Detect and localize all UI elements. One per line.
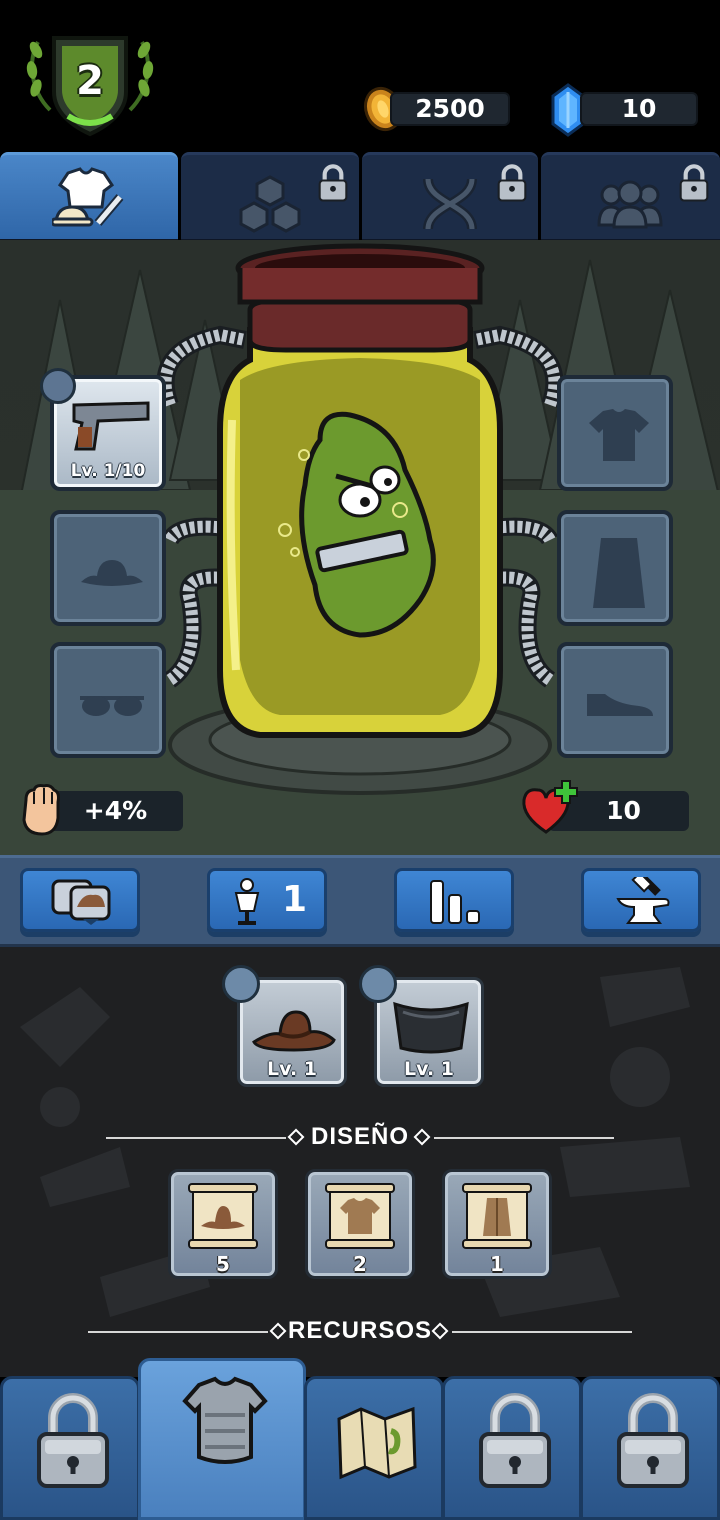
junk-pattern-background	[20, 967, 690, 1317]
nav-map[interactable]	[304, 1376, 444, 1520]
lock-icon	[613, 1389, 693, 1489]
glasses-slot[interactable]	[50, 642, 166, 758]
hat-badge-icon	[222, 965, 260, 1003]
design-item-hat[interactable]: 5	[168, 1169, 278, 1279]
gem-amount: 10	[621, 94, 657, 123]
design-item-shirt[interactable]: 2	[305, 1169, 415, 1279]
design-count: 2	[353, 1252, 367, 1276]
attack-bonus: +4%	[83, 796, 148, 825]
shirt-slot[interactable]	[557, 375, 673, 491]
coin-counter[interactable]: 2500	[390, 92, 510, 126]
hat-slot[interactable]	[50, 510, 166, 626]
lock-icon	[494, 163, 530, 203]
inventory-item-level: Lv. 1	[404, 1058, 454, 1080]
blueprint-coat-icon	[462, 1183, 532, 1249]
tab-group[interactable]	[541, 152, 720, 242]
forge-button[interactable]	[581, 868, 701, 932]
group-icon	[597, 180, 663, 229]
shirt-badge-icon	[359, 965, 397, 1003]
design-count: 5	[216, 1252, 230, 1276]
fist-icon	[22, 784, 60, 836]
gear-stack-icon	[51, 879, 111, 925]
figure-button[interactable]: 1	[207, 868, 327, 932]
pistol-icon	[72, 401, 150, 451]
heart-plus-icon	[522, 780, 578, 834]
map-icon	[337, 1406, 417, 1480]
design-item-coat[interactable]: 1	[442, 1169, 552, 1279]
character-scene: Lv. 1/10 +4% 10	[0, 240, 720, 855]
blueprint-hat-icon	[188, 1183, 258, 1249]
hat-icon	[81, 560, 143, 586]
mannequin-icon	[234, 878, 260, 925]
stats-button[interactable]	[394, 868, 514, 932]
tab-equipment[interactable]	[0, 152, 178, 242]
tab-hexagons[interactable]	[181, 152, 359, 242]
tab-dna[interactable]	[362, 152, 538, 242]
design-count: 1	[490, 1252, 504, 1276]
glasses-icon	[80, 696, 144, 716]
armor-icon	[182, 1376, 268, 1464]
shirt-icon	[589, 409, 649, 461]
inventory-item-level: Lv. 1	[267, 1058, 317, 1080]
bar-chart-icon	[430, 880, 480, 924]
inventory-panel: Lv. 1 Lv. 1 DISEÑO 5 2 1 RECURSOS	[0, 947, 720, 1377]
inventory-filter-button[interactable]	[20, 868, 140, 932]
lock-icon	[676, 163, 712, 203]
nav-locked-3[interactable]	[580, 1376, 720, 1520]
nav-locked-1[interactable]	[0, 1376, 140, 1520]
attack-bonus-pill: +4%	[48, 791, 183, 831]
blueprint-shirt-icon	[325, 1183, 395, 1249]
shoe-icon	[587, 694, 653, 716]
lock-icon	[315, 163, 351, 203]
coat-icon	[593, 538, 645, 608]
player-level: 2	[76, 58, 104, 104]
cowboy-hat-icon	[252, 1010, 336, 1052]
coat-slot[interactable]	[557, 510, 673, 626]
dark-vest-icon	[393, 1001, 469, 1054]
lock-icon	[475, 1389, 555, 1489]
pistol-badge-icon	[40, 368, 76, 404]
divider	[434, 1137, 614, 1139]
figure-count: 1	[282, 879, 308, 920]
dna-icon	[423, 178, 477, 230]
outfit-icon	[52, 167, 124, 227]
coin-amount: 2500	[415, 94, 485, 123]
nav-armor[interactable]	[138, 1358, 306, 1520]
nav-locked-2[interactable]	[442, 1376, 582, 1520]
gem-counter[interactable]: 10	[580, 92, 698, 126]
lock-icon	[33, 1389, 113, 1489]
shoe-slot[interactable]	[557, 642, 673, 758]
divider	[452, 1331, 632, 1333]
weapon-level: Lv. 1/10	[70, 461, 146, 481]
anvil-icon	[616, 877, 670, 924]
toolbar: 1	[0, 855, 720, 947]
hexagons-icon	[239, 175, 301, 233]
